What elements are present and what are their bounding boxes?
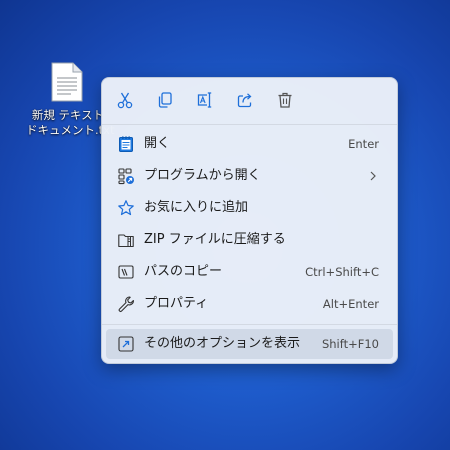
menu-item-label: パスのコピー <box>144 264 223 279</box>
menu-item-open-with[interactable]: プログラムから開く <box>106 161 393 191</box>
menu-item-add-to-favorites[interactable]: お気に入りに追加 <box>106 193 393 223</box>
file-name-line2: ドキュメント.txt <box>26 123 115 137</box>
menu-item-open[interactable]: 開く Enter <box>106 129 393 159</box>
trash-icon <box>275 90 295 114</box>
share-icon <box>235 90 255 114</box>
copy-icon <box>155 90 175 114</box>
menu-item-label: その他のオプションを表示 <box>144 336 301 351</box>
scissors-icon <box>115 90 135 114</box>
menu-item-shortcut: Alt+Enter <box>322 297 379 311</box>
copy-button[interactable] <box>151 89 179 115</box>
menu-item-label: ZIP ファイルに圧縮する <box>144 232 286 247</box>
text-document-icon <box>51 62 83 102</box>
menu-item-label: 開く <box>144 136 171 151</box>
more-options-icon <box>117 335 135 353</box>
notepad-icon <box>117 135 135 153</box>
context-menu: 開く Enter プログラムから開く お気に入りに追加 ZIP ファイルに圧縮す… <box>101 77 398 364</box>
menu-item-shortcut: Shift+F10 <box>321 337 379 351</box>
zip-folder-icon <box>117 231 135 249</box>
desktop-file-item[interactable]: 新規 テキスト ドキュメント.txt <box>26 58 115 148</box>
cut-button[interactable] <box>111 89 139 115</box>
open-with-icon <box>117 167 135 185</box>
menu-item-compress-zip[interactable]: ZIP ファイルに圧縮する <box>106 225 393 255</box>
share-button[interactable] <box>231 89 259 115</box>
delete-button[interactable] <box>271 89 299 115</box>
chevron-right-icon <box>367 170 379 182</box>
quick-actions-bar <box>102 78 399 124</box>
menu-item-label: プロパティ <box>144 296 209 311</box>
star-icon <box>117 199 135 217</box>
menu-item-label: プログラムから開く <box>144 168 261 183</box>
file-name-line1: 新規 テキスト <box>31 108 105 122</box>
menu-item-properties[interactable]: プロパティ Alt+Enter <box>106 289 393 319</box>
rename-icon <box>195 90 215 114</box>
copy-path-icon <box>117 263 135 281</box>
menu-item-copy-path[interactable]: パスのコピー Ctrl+Shift+C <box>106 257 393 287</box>
menu-item-shortcut: Ctrl+Shift+C <box>305 265 379 279</box>
menu-item-label: お気に入りに追加 <box>144 200 249 215</box>
file-name-label: 新規 テキスト ドキュメント.txt <box>26 108 115 138</box>
menu-item-show-more-options[interactable]: その他のオプションを表示 Shift+F10 <box>106 329 393 359</box>
menu-item-shortcut: Enter <box>348 137 379 151</box>
rename-button[interactable] <box>191 89 219 115</box>
wrench-icon <box>117 295 135 313</box>
menu-divider <box>102 324 397 325</box>
menu-divider <box>102 124 397 125</box>
